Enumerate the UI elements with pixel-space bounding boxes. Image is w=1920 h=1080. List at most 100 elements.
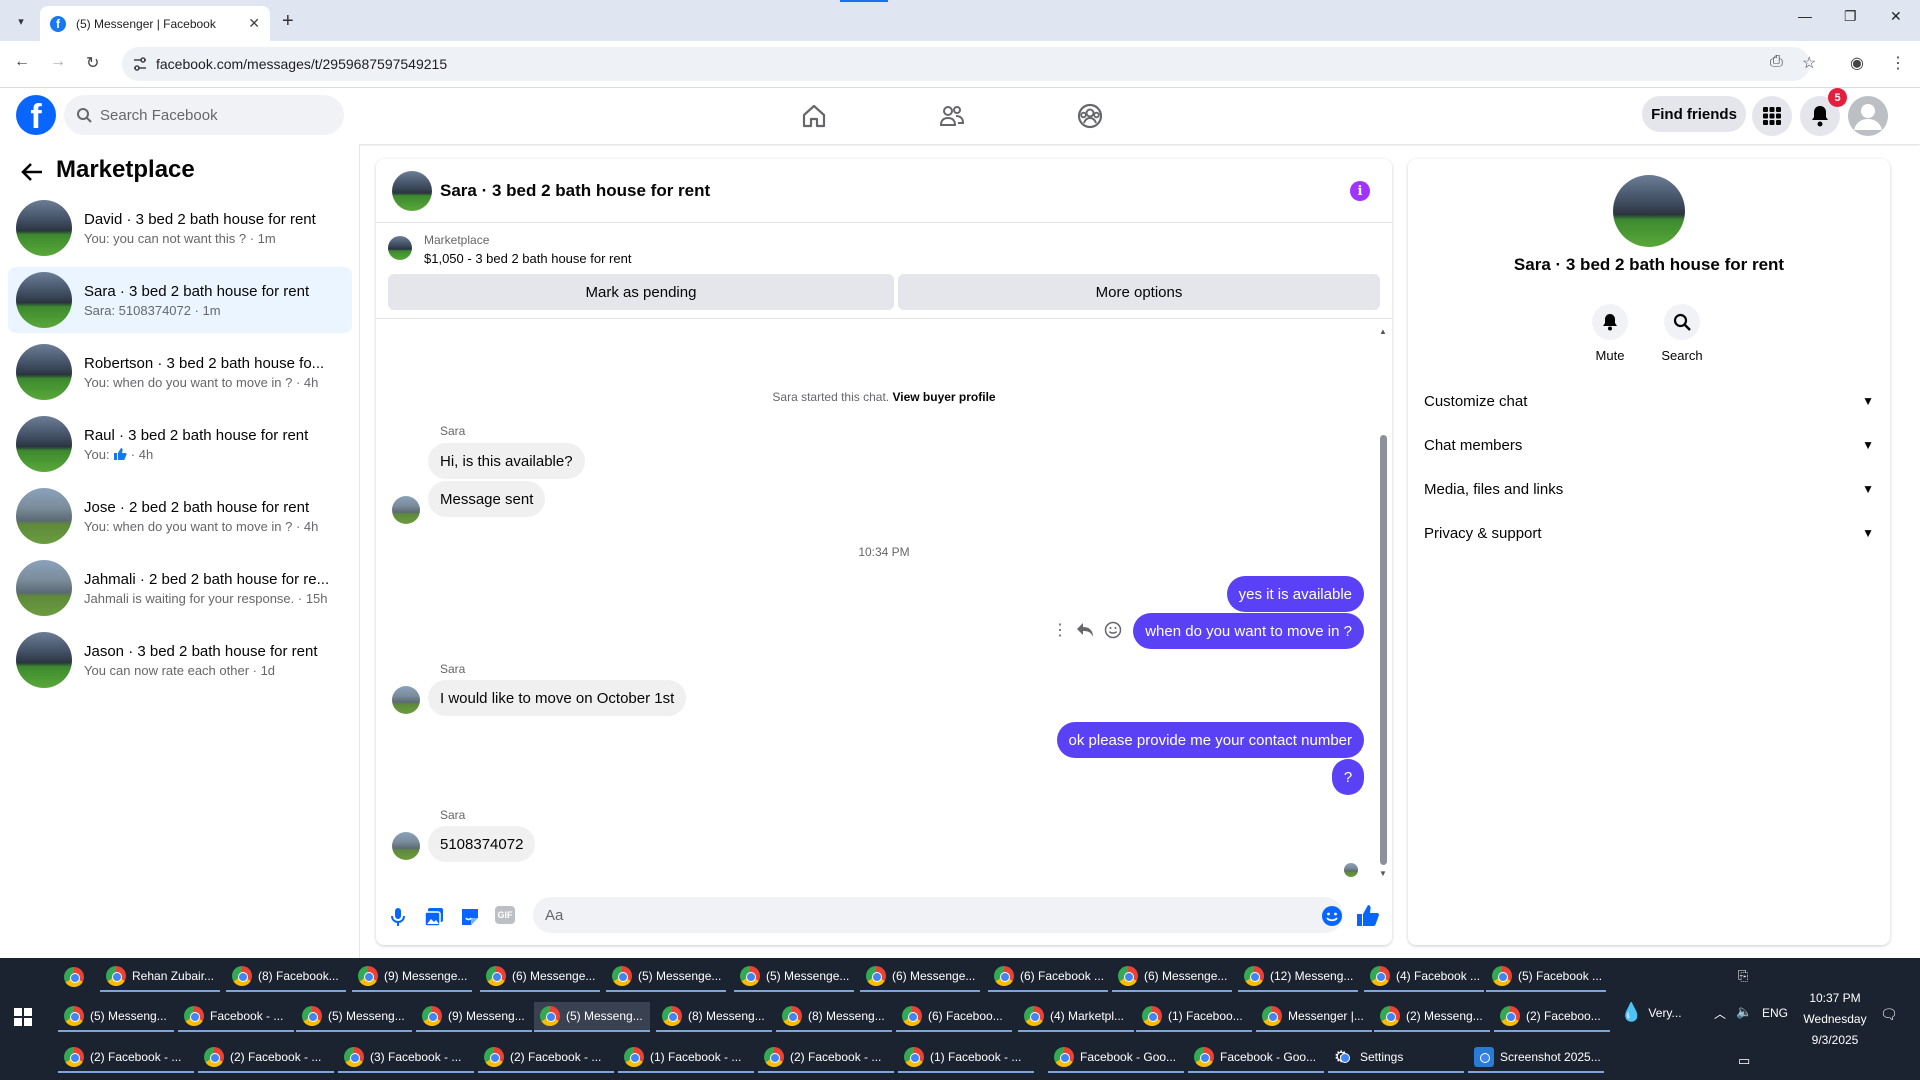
taskbar-window-button[interactable]: (8) Facebook... [226, 962, 346, 992]
taskbar-window-button[interactable]: (8) Messeng... [656, 1002, 772, 1032]
gif-icon[interactable]: GIF [495, 906, 515, 924]
message-bubble[interactable]: Message sent [428, 481, 546, 517]
conversation-item-active[interactable]: Sara · 3 bed 2 bath house for rent Sara: … [8, 267, 352, 333]
taskbar-window-button[interactable]: (8) Messeng... [776, 1002, 892, 1032]
forward-icon[interactable]: → [50, 53, 66, 71]
conversation-item[interactable]: Jason · 3 bed 2 bath house for rent You c… [8, 627, 352, 693]
info-icon[interactable]: i [1350, 181, 1370, 201]
windows-start-icon[interactable] [14, 1008, 32, 1026]
taskbar-window-button[interactable]: Facebook - Goo... [1188, 1043, 1324, 1073]
taskbar-window-button[interactable]: (2) Faceboo... [1494, 1002, 1610, 1032]
message-bubble[interactable]: 5108374072 [428, 826, 536, 862]
taskbar-window-button[interactable]: (5) Messeng... [296, 1002, 412, 1032]
install-app-icon[interactable]: ⎙ [1770, 53, 1783, 71]
minimize-icon[interactable]: — [1798, 8, 1812, 24]
weather-widget[interactable]: 💧 Very... [1620, 1002, 1682, 1023]
language-indicator[interactable]: ENG [1762, 1006, 1788, 1020]
sender-avatar[interactable] [392, 686, 420, 714]
taskbar-window-button[interactable]: (6) Messenge... [1112, 962, 1232, 992]
media-files-links-row[interactable]: Media, files and links ▼ [1424, 471, 1874, 507]
taskbar-window-button[interactable]: Facebook - ... [178, 1002, 294, 1032]
conversation-item[interactable]: Jose · 2 bed 2 bath house for rent You: w… [8, 483, 352, 549]
scroll-down-icon[interactable]: ▼ [1379, 869, 1387, 878]
chrome-menu-icon[interactable]: ⋮ [1890, 53, 1906, 73]
search-conversation-button[interactable]: Search [1652, 304, 1712, 363]
account-avatar[interactable] [1848, 96, 1888, 136]
taskbar-window-button[interactable]: (2) Facebook - ... [478, 1043, 614, 1073]
listing-price-title[interactable]: $1,050 - 3 bed 2 bath house for rent [424, 251, 631, 266]
message-bubble[interactable]: I would like to move on October 1st [428, 680, 687, 716]
back-icon[interactable]: ← [14, 53, 30, 71]
conversation-item[interactable]: Robertson · 3 bed 2 bath house fo... You:… [8, 339, 352, 405]
taskbar-window-button[interactable]: Screenshot 2025... [1468, 1043, 1604, 1073]
tray-device-icon[interactable]: ⎘ [1738, 968, 1748, 984]
more-actions-icon[interactable]: ⋮ [1052, 620, 1068, 640]
scroll-up-icon[interactable]: ▲ [1379, 327, 1387, 336]
customize-chat-row[interactable]: Customize chat ▼ [1424, 383, 1874, 419]
message-input[interactable]: Aa [533, 897, 1343, 933]
taskbar-window-button[interactable]: (2) Facebook - ... [758, 1043, 894, 1073]
find-friends-button[interactable]: Find friends [1642, 96, 1746, 132]
close-tab-icon[interactable]: ✕ [248, 15, 260, 32]
taskbar-window-button[interactable]: (1) Faceboo... [1136, 1002, 1252, 1032]
taskbar-chrome-icon[interactable] [58, 962, 88, 992]
privacy-support-row[interactable]: Privacy & support ▼ [1424, 515, 1874, 551]
taskbar-window-button[interactable]: (5) Messenge... [734, 962, 854, 992]
reply-icon[interactable] [1076, 622, 1094, 638]
taskbar-window-button[interactable]: (5) Facebook ... [1486, 962, 1606, 992]
like-thumbs-up-icon[interactable] [1356, 904, 1380, 928]
conversation-item[interactable]: Raul · 3 bed 2 bath house for rent You: … [8, 411, 352, 477]
taskbar-window-button[interactable]: Facebook - Goo... [1048, 1043, 1184, 1073]
taskbar-window-button[interactable]: (6) Faceboo... [896, 1002, 1012, 1032]
message-bubble-sent[interactable]: ok please provide me your contact number [1056, 722, 1364, 758]
new-tab-button[interactable]: + [282, 10, 294, 33]
conversation-item[interactable]: David · 3 bed 2 bath house for rent You: … [8, 195, 352, 261]
taskbar-window-button[interactable]: (6) Facebook ... [988, 962, 1108, 992]
more-options-button[interactable]: More options [898, 274, 1380, 310]
sender-avatar[interactable] [392, 496, 420, 524]
taskbar-window-button[interactable]: (5) Messeng... [534, 1002, 650, 1032]
volume-icon[interactable]: 🔈 [1736, 1004, 1752, 1020]
message-bubble-sent[interactable]: yes it is available [1226, 576, 1364, 612]
view-buyer-profile-link[interactable]: View buyer profile [892, 390, 995, 404]
taskbar-window-button[interactable]: ⚙ Settings [1328, 1043, 1464, 1073]
groups-icon[interactable] [1076, 102, 1104, 130]
profile-avatar[interactable] [1613, 175, 1685, 247]
taskbar-window-button[interactable]: (2) Facebook - ... [58, 1043, 194, 1073]
clock[interactable]: 10:37 PM Wednesday 9/3/2025 [1790, 988, 1880, 1051]
close-window-icon[interactable]: ✕ [1890, 8, 1902, 25]
taskbar-window-button[interactable]: (1) Facebook - ... [898, 1043, 1034, 1073]
taskbar-window-button[interactable]: (9) Messenge... [352, 962, 472, 992]
friends-icon[interactable] [938, 102, 966, 130]
menu-grid-button[interactable] [1752, 96, 1792, 136]
notification-center-icon[interactable]: 🗨 [1880, 1006, 1898, 1023]
chat-members-row[interactable]: Chat members ▼ [1424, 427, 1874, 463]
taskbar-window-button[interactable]: (2) Messeng... [1374, 1002, 1490, 1032]
conversation-item[interactable]: Jahmali · 2 bed 2 bath house for re... Ja… [8, 555, 352, 621]
scrollbar-thumb[interactable] [1380, 435, 1387, 865]
tab-list-button[interactable]: ▾ [10, 10, 32, 32]
microphone-icon[interactable] [390, 907, 406, 927]
home-icon[interactable] [800, 102, 828, 130]
taskbar-window-button[interactable]: (5) Messenge... [606, 962, 726, 992]
facebook-logo-icon[interactable]: f [16, 95, 56, 135]
taskbar-window-button[interactable]: (9) Messeng... [416, 1002, 532, 1032]
tray-overflow-icon[interactable]: ︿ [1714, 1005, 1726, 1022]
taskbar-window-button[interactable]: (4) Marketpl... [1018, 1002, 1134, 1032]
taskbar-window-button[interactable]: (12) Messeng... [1238, 962, 1358, 992]
site-settings-icon[interactable] [132, 56, 148, 72]
taskbar-window-button[interactable]: Messenger |... [1256, 1002, 1372, 1032]
bookmark-star-icon[interactable]: ☆ [1802, 53, 1816, 73]
photo-icon[interactable] [424, 907, 444, 927]
chat-avatar[interactable] [392, 171, 432, 211]
tray-display-icon[interactable]: ▭ [1738, 1053, 1750, 1069]
facebook-search-input[interactable]: Search Facebook [64, 95, 344, 135]
back-arrow-icon[interactable] [20, 162, 44, 182]
mark-as-pending-button[interactable]: Mark as pending [388, 274, 894, 310]
url-field[interactable]: facebook.com/messages/t/2959687597549215 [122, 47, 1810, 81]
message-bubble-sent[interactable]: ? [1332, 759, 1364, 795]
taskbar-window-button[interactable]: (2) Facebook - ... [198, 1043, 334, 1073]
taskbar-window-button[interactable]: (4) Facebook ... [1364, 962, 1484, 992]
react-emoji-icon[interactable] [1104, 621, 1122, 639]
profile-icon[interactable]: ◉ [1850, 53, 1864, 73]
